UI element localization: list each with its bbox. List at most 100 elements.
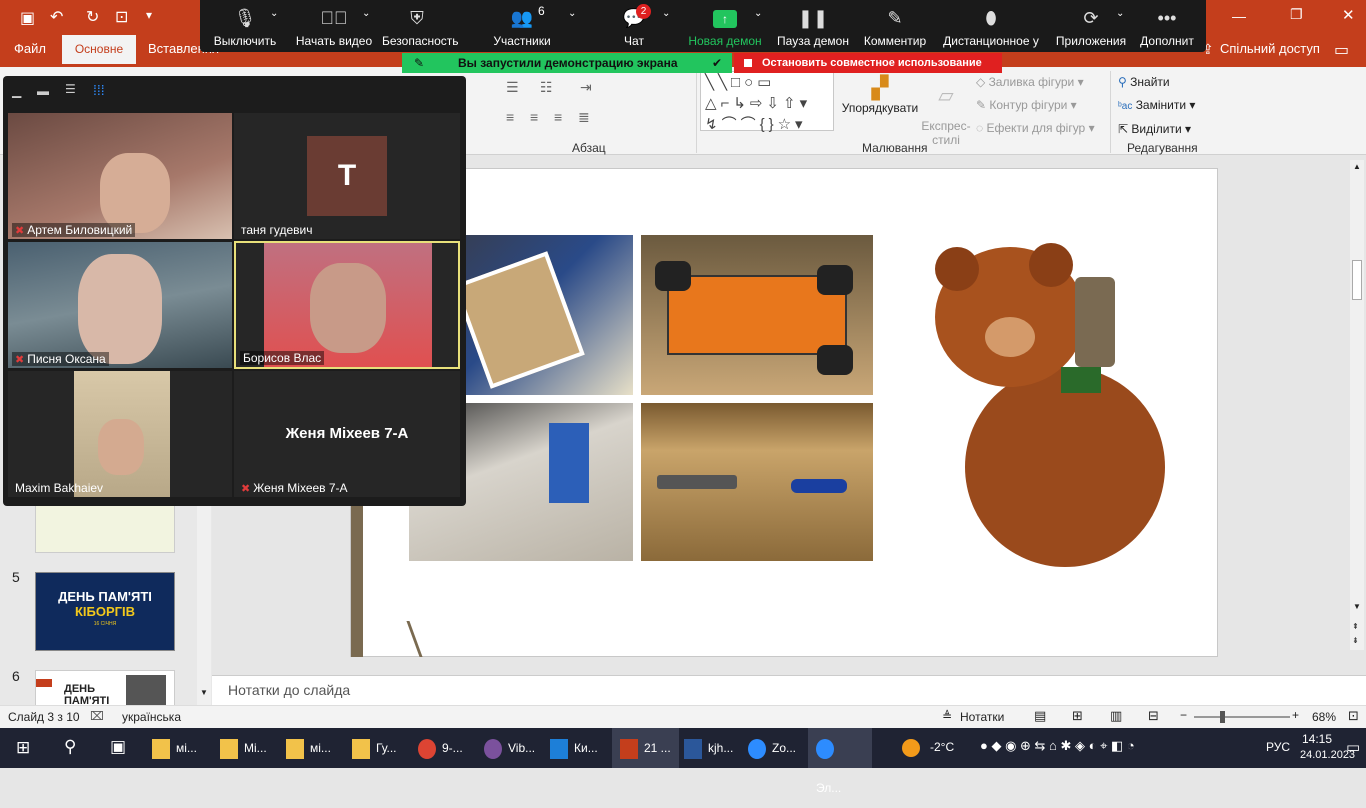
gallery-view-icon[interactable]: ⁞⁞⁞ <box>93 82 105 98</box>
taskbar-word[interactable]: kjh... <box>684 728 733 768</box>
indent-icon[interactable]: ⇥ <box>580 79 592 96</box>
scroll-thumb[interactable] <box>1352 260 1362 300</box>
minimize-icon[interactable]: — <box>1232 8 1246 24</box>
pause-share-button[interactable]: ❚❚ Пауза демон <box>774 0 852 52</box>
redo-icon[interactable]: ↻ <box>86 7 99 27</box>
thumbnail-slide-6[interactable]: ДЕНЬ ПАМ'ЯТІ <box>35 670 175 710</box>
undo-icon[interactable]: ↶ <box>50 7 63 27</box>
align-center-icon[interactable]: ≡ <box>530 109 538 125</box>
taskbar-explorer-1[interactable]: мі... <box>152 728 197 768</box>
notifications-icon[interactable]: ▭ <box>1346 738 1360 756</box>
quick-styles-button[interactable]: ▱ Експрес- стилі <box>920 75 972 147</box>
taskbar-explorer-3[interactable]: мі... <box>286 728 331 768</box>
slideshow-view-icon[interactable]: ⊟ <box>1148 708 1159 724</box>
notes-pane[interactable]: Нотатки до слайда <box>212 675 1366 705</box>
slide-sorter-icon[interactable]: ⊞ <box>1072 708 1083 724</box>
apps-button[interactable]: ⟳ ⌄ Приложения <box>1050 0 1132 52</box>
zoom-slider-thumb[interactable] <box>1220 711 1225 723</box>
scroll-down-icon[interactable]: ▼ <box>200 688 208 697</box>
restore-icon[interactable]: ❐ <box>1290 6 1303 23</box>
numbering-icon[interactable]: ☷ <box>540 79 553 96</box>
start-video-button[interactable]: ▶⃠ ⌄ Начать видео <box>290 0 378 52</box>
reading-view-icon[interactable]: ▥ <box>1110 708 1122 724</box>
thumbnail-slide-5[interactable]: ДЕНЬ ПАМ'ЯТІ КІБОРГІВ 16 СІЧНЯ <box>35 572 175 651</box>
minimize-video-icon[interactable]: ▁ <box>12 84 21 98</box>
security-button[interactable]: ⛨ Безопасность <box>382 0 459 52</box>
participants-button[interactable]: 👥 6 ⌄ Участники <box>472 0 576 52</box>
close-icon[interactable]: ✕ <box>1342 6 1355 24</box>
next-slide-icon[interactable]: ⇟ <box>1352 636 1359 645</box>
tab-home[interactable]: Основне <box>62 35 136 67</box>
replace-button[interactable]: ᵇac Замінити ▾ <box>1118 94 1218 118</box>
previous-slide-icon[interactable]: ⇞ <box>1352 622 1359 631</box>
comments-icon[interactable]: ▭ <box>1334 40 1349 60</box>
scroll-down-icon[interactable]: ▼ <box>1353 602 1361 611</box>
taskbar-viber[interactable]: Vib... <box>484 728 535 768</box>
taskbar-explorer-4[interactable]: Гу... <box>352 728 397 768</box>
more-button[interactable]: ••• Дополнит <box>1134 0 1200 52</box>
chevron-down-icon[interactable]: ⌄ <box>270 8 278 19</box>
shape-fill-button[interactable]: ◇ Заливка фігури ▾ <box>976 71 1104 94</box>
new-share-button[interactable]: ↑ ⌄ Новая демон <box>684 0 766 52</box>
shapes-gallery[interactable]: ╲╲□○▭ △⌐↳⇨⇩⇧▾ ↯⌒⌒{}☆▾ <box>700 71 834 133</box>
bullets-icon[interactable]: ☰ <box>506 79 519 96</box>
participant-tile[interactable]: ✖ Артем Биловицкий <box>8 113 232 239</box>
chevron-down-icon[interactable]: ⌄ <box>754 8 762 19</box>
taskbar-chrome[interactable]: 9-... <box>418 728 463 768</box>
tab-file[interactable]: Файл <box>14 41 46 56</box>
thumbnail-slide-4[interactable] <box>35 503 175 553</box>
language-indicator[interactable]: українська <box>122 710 181 724</box>
search-icon[interactable]: ⚲ <box>64 737 76 757</box>
fit-to-window-icon[interactable]: ⊡ <box>1348 708 1359 724</box>
zoom-slider[interactable] <box>1194 711 1290 723</box>
participant-tile[interactable]: Maxim Bakhaiev <box>8 371 232 497</box>
chat-button[interactable]: 💬 2 ⌄ Чат <box>610 0 670 52</box>
thumbnails-scrollbar[interactable]: ▼ <box>197 500 211 705</box>
taskbar-explorer-2[interactable]: Мі... <box>220 728 267 768</box>
zoom-out-icon[interactable]: − <box>1180 708 1187 722</box>
spellcheck-icon[interactable]: ⌧ <box>90 709 104 723</box>
taskbar-powerpoint[interactable]: 21 ... <box>612 728 679 768</box>
tray-icons[interactable]: ● ◆ ◉ ⊕ ⇆ ⌂ ✱ ◈ ◐ ⌖ ◧ ◔ <box>980 738 1135 754</box>
participant-tile-active-speaker[interactable]: Борисов Влас <box>234 241 460 369</box>
normal-view-icon[interactable]: ▤ <box>1034 708 1046 724</box>
taskbar-zoom-1[interactable]: Zo... <box>748 728 796 768</box>
participant-tile[interactable]: Женя Міхеев 7-А ✖ Женя Міхеев 7-А <box>234 371 460 497</box>
align-right-icon[interactable]: ≡ <box>554 109 562 125</box>
arrange-button[interactable]: ▞ Упорядкувати <box>840 75 920 135</box>
annotate-button[interactable]: ✎ Комментир <box>860 0 930 52</box>
zoom-in-icon[interactable]: + <box>1292 708 1299 722</box>
stop-share-button[interactable]: Остановить совместное использование <box>734 53 1002 73</box>
chevron-down-icon[interactable]: ⌄ <box>362 8 370 19</box>
clock-time[interactable]: 14:15 <box>1302 732 1332 746</box>
current-slide[interactable] <box>350 168 1218 657</box>
participant-tile[interactable]: ✖ Писня Оксана <box>8 242 232 368</box>
select-button[interactable]: ⇱ Виділити ▾ <box>1118 118 1218 141</box>
shape-effects-button[interactable]: ◌ Ефекти для фігур ▾ <box>976 117 1104 140</box>
taskbar-zoom-2[interactable]: Эл... <box>808 728 872 795</box>
find-button[interactable]: ⚲ Знайти <box>1118 71 1218 94</box>
strip-view-icon[interactable]: ☰ <box>65 82 76 96</box>
align-left-icon[interactable]: ≡ <box>506 109 514 125</box>
share-button[interactable]: Спільний доступ <box>1220 41 1320 56</box>
windows-start-icon[interactable]: ⊞ <box>16 738 30 758</box>
keyboard-language[interactable]: РУС <box>1266 740 1290 754</box>
remote-control-button[interactable]: ⬮ Дистанционное у <box>938 0 1044 52</box>
mute-button[interactable]: 🎙 ⌄ Выключить <box>204 0 286 52</box>
start-slideshow-icon[interactable]: ⊡ <box>115 7 128 27</box>
chevron-down-icon[interactable]: ⌄ <box>1116 8 1124 19</box>
weather-temp[interactable]: -2°C <box>930 740 954 754</box>
speaker-view-icon[interactable]: ▬ <box>37 84 49 98</box>
chevron-down-icon[interactable]: ⌄ <box>662 8 670 19</box>
shape-outline-button[interactable]: ✎ Контур фігури ▾ <box>976 94 1104 117</box>
scroll-up-icon[interactable]: ▲ <box>1353 162 1361 171</box>
chevron-down-icon[interactable]: ⌄ <box>568 8 576 19</box>
save-icon[interactable]: ▣ <box>20 8 35 28</box>
justify-icon[interactable]: ≣ <box>578 109 590 126</box>
notes-toggle[interactable]: Нотатки <box>960 710 1004 724</box>
participant-tile[interactable]: T таня гудевич <box>234 113 460 239</box>
task-view-icon[interactable]: ▣ <box>110 737 126 757</box>
taskbar-video-player[interactable]: Ки... <box>550 728 598 768</box>
zoom-level[interactable]: 68% <box>1312 710 1336 724</box>
customize-toolbar-icon[interactable]: ▾ <box>146 8 152 22</box>
